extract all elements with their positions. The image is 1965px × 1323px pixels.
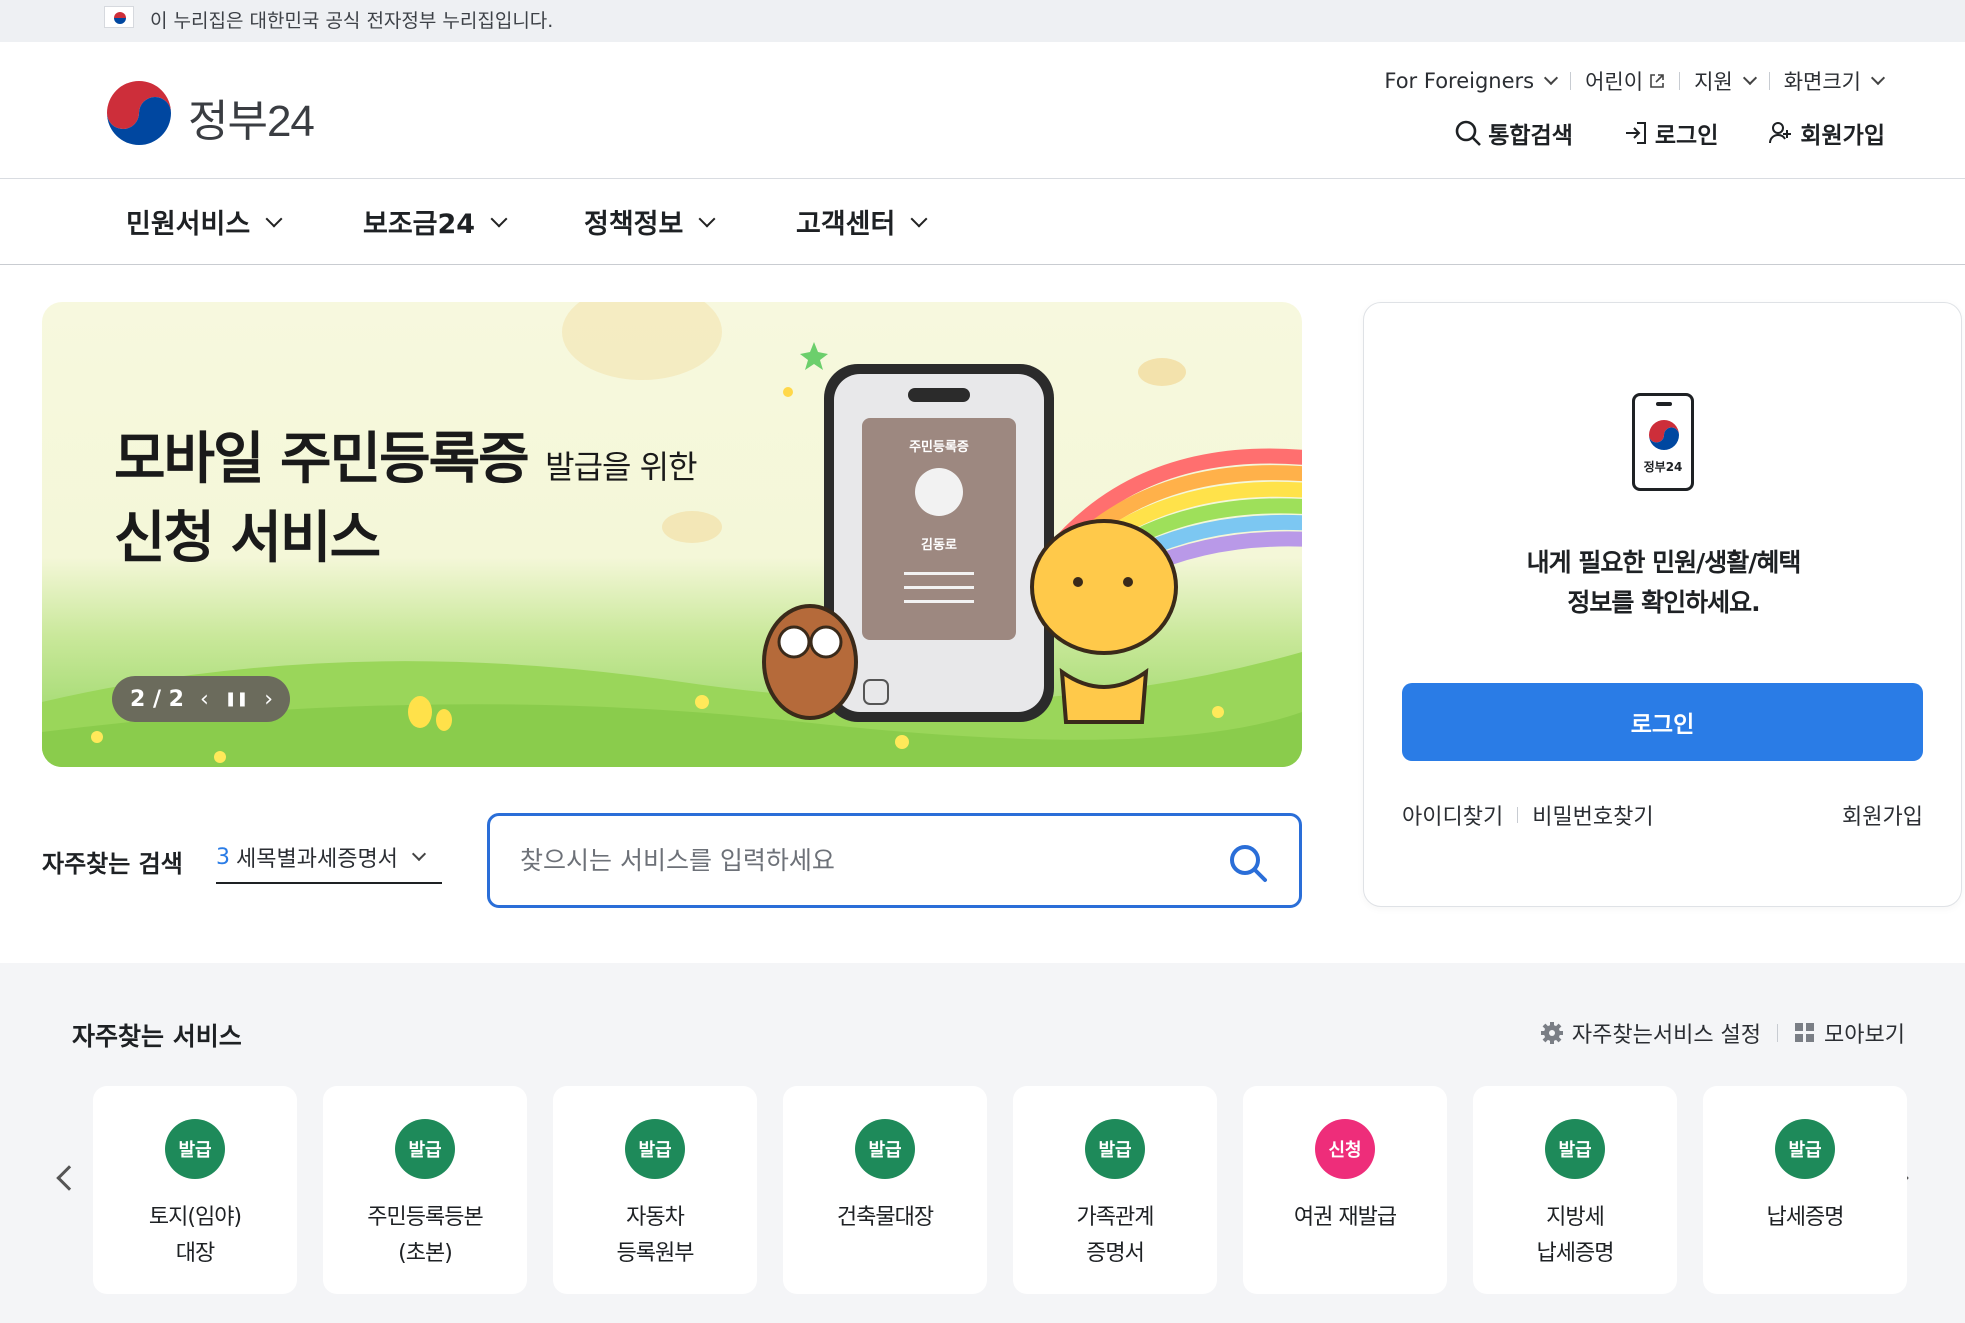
- utility-links: For Foreigners 어린이 지원 화면크기: [1370, 66, 1897, 96]
- screen-size-menu[interactable]: 화면크기: [1770, 66, 1897, 96]
- chevron-down-icon: [1544, 70, 1559, 86]
- korea-flag-icon: [104, 6, 134, 28]
- service-search-box: [487, 813, 1302, 908]
- chevron-down-icon: [1870, 70, 1886, 86]
- signup-link[interactable]: 회원가입: [1768, 116, 1885, 150]
- login-button[interactable]: 로그인: [1402, 683, 1923, 761]
- hero-banner[interactable]: 모바일 주민등록증 발급을 위한 신청 서비스 주민등록증 김동로 2 / 2 …: [42, 302, 1302, 767]
- service-search-input[interactable]: [520, 840, 1200, 880]
- chevron-down-icon: [1742, 70, 1757, 86]
- find-password-link[interactable]: 비밀번호찾기: [1532, 799, 1653, 831]
- service-name: 주민등록등본 (초본): [367, 1205, 483, 1266]
- frequent-search-label: 자주찾는 검색: [42, 850, 183, 878]
- kids-link[interactable]: 어린이: [1571, 66, 1679, 96]
- frequent-search-term: 세목별과세증명서: [236, 847, 398, 872]
- service-name: 납세증명: [1766, 1205, 1845, 1230]
- service-badge: 발급: [1085, 1119, 1145, 1179]
- gnb-item-subsidy[interactable]: 보조금24: [363, 202, 508, 241]
- service-card[interactable]: 발급주민등록등본 (초본): [323, 1086, 527, 1294]
- external-link-icon: [1650, 74, 1664, 88]
- header-actions: 통합검색 로그인 회원가입: [1454, 116, 1885, 150]
- service-name: 여권 재발급: [1293, 1205, 1397, 1230]
- id-card-label: 주민등록증: [909, 440, 969, 455]
- service-card[interactable]: 발급토지(임야) 대장: [93, 1086, 297, 1294]
- login-message: 내게 필요한 민원/생활/혜택 정보를 확인하세요.: [1526, 548, 1802, 617]
- service-card[interactable]: 발급자동차 등록원부: [553, 1086, 757, 1294]
- gear-icon: [1540, 1022, 1563, 1044]
- gnb-item-civil-service[interactable]: 민원서비스: [126, 202, 283, 241]
- gnb-item-customer-center[interactable]: 고객센터: [796, 202, 928, 241]
- service-badge: 발급: [625, 1119, 685, 1179]
- service-badge: 발급: [395, 1119, 455, 1179]
- hero-title: 모바일 주민등록증 발급을 위한 신청 서비스: [114, 427, 698, 571]
- search-icon[interactable]: [1227, 842, 1269, 884]
- chevron-down-icon: [698, 210, 716, 227]
- chevron-down-icon: [910, 210, 928, 227]
- login-link[interactable]: 로그인: [1623, 116, 1718, 150]
- frequent-search-select[interactable]: 3 세목별과세증명서: [216, 832, 442, 884]
- service-badge: 발급: [1545, 1119, 1605, 1179]
- chevron-down-icon: [411, 846, 426, 862]
- service-badge: 신청: [1315, 1119, 1375, 1179]
- login-card: 정부24 내게 필요한 민원/생활/혜택 정보를 확인하세요. 로그인 아이디찾…: [1363, 302, 1962, 907]
- banner-controls: 2 / 2 ‹ ❚❚ ›: [112, 676, 290, 722]
- service-card[interactable]: 발급가족관계 증명서: [1013, 1086, 1217, 1294]
- official-site-banner: 이 누리집은 대한민국 공식 전자정부 누리집입니다.: [0, 0, 1965, 42]
- section-title: 자주찾는 서비스: [72, 1022, 242, 1051]
- service-settings-button[interactable]: 자주찾는서비스 설정: [1540, 1017, 1761, 1049]
- grid-icon: [1795, 1023, 1815, 1042]
- service-card[interactable]: 발급납세증명: [1703, 1086, 1907, 1294]
- main-navigation: 민원서비스 보조금24 정책정보 고객센터: [0, 180, 1965, 265]
- login-icon: [1625, 122, 1646, 144]
- service-name: 자동차 등록원부: [616, 1205, 695, 1266]
- signup-link[interactable]: 회원가입: [1842, 799, 1923, 831]
- find-id-link[interactable]: 아이디찾기: [1402, 799, 1503, 831]
- service-badge: 발급: [165, 1119, 225, 1179]
- gnb-item-policy[interactable]: 정책정보: [584, 202, 716, 241]
- service-card[interactable]: 발급건축물대장: [783, 1086, 987, 1294]
- official-site-text: 이 누리집은 대한민국 공식 전자정부 누리집입니다.: [150, 10, 554, 32]
- chevron-left-icon[interactable]: [56, 1165, 82, 1191]
- prev-slide-button[interactable]: ‹: [200, 687, 209, 712]
- service-name: 토지(임야) 대장: [148, 1205, 242, 1266]
- gov24-logo-text[interactable]: 정부24: [188, 85, 315, 149]
- service-name: 지방세 납세증명: [1536, 1205, 1615, 1266]
- taegeuk-icon: [1649, 420, 1679, 450]
- search-icon: [1455, 120, 1482, 146]
- view-all-button[interactable]: 모아보기: [1794, 1017, 1905, 1049]
- service-cards: 발급토지(임야) 대장 발급주민등록등본 (초본) 발급자동차 등록원부 발급건…: [93, 1086, 1907, 1294]
- service-badge: 발급: [855, 1119, 915, 1179]
- next-slide-button[interactable]: ›: [264, 687, 273, 712]
- support-menu[interactable]: 지원: [1680, 66, 1769, 96]
- banner-counter: 2 / 2: [130, 686, 184, 712]
- section-tools: 자주찾는서비스 설정 모아보기: [1540, 1017, 1905, 1049]
- service-badge: 발급: [1775, 1119, 1835, 1179]
- gov24-logo-icon[interactable]: [104, 80, 174, 146]
- add-user-icon: [1769, 122, 1792, 144]
- service-name: 가족관계 증명서: [1076, 1205, 1155, 1266]
- integrated-search-button[interactable]: 통합검색: [1454, 116, 1573, 150]
- chevron-down-icon: [265, 210, 283, 227]
- service-card[interactable]: 발급지방세 납세증명: [1473, 1086, 1677, 1294]
- id-card-name: 김동로: [921, 538, 957, 553]
- service-name: 건축물대장: [836, 1205, 934, 1230]
- frequent-search-rank: 3: [216, 844, 230, 870]
- service-card[interactable]: 신청여권 재발급: [1243, 1086, 1447, 1294]
- frequent-services-section: 자주찾는 서비스 자주찾는서비스 설정 모아보기 발급토지(임야) 대장 발급주…: [0, 963, 1965, 1323]
- chevron-down-icon: [490, 210, 508, 227]
- gov24-app-icon: 정부24: [1632, 393, 1694, 491]
- pause-button[interactable]: ❚❚: [225, 691, 248, 707]
- for-foreigners-link[interactable]: For Foreigners: [1370, 69, 1570, 93]
- account-links: 아이디찾기 비밀번호찾기 회원가입: [1402, 799, 1923, 831]
